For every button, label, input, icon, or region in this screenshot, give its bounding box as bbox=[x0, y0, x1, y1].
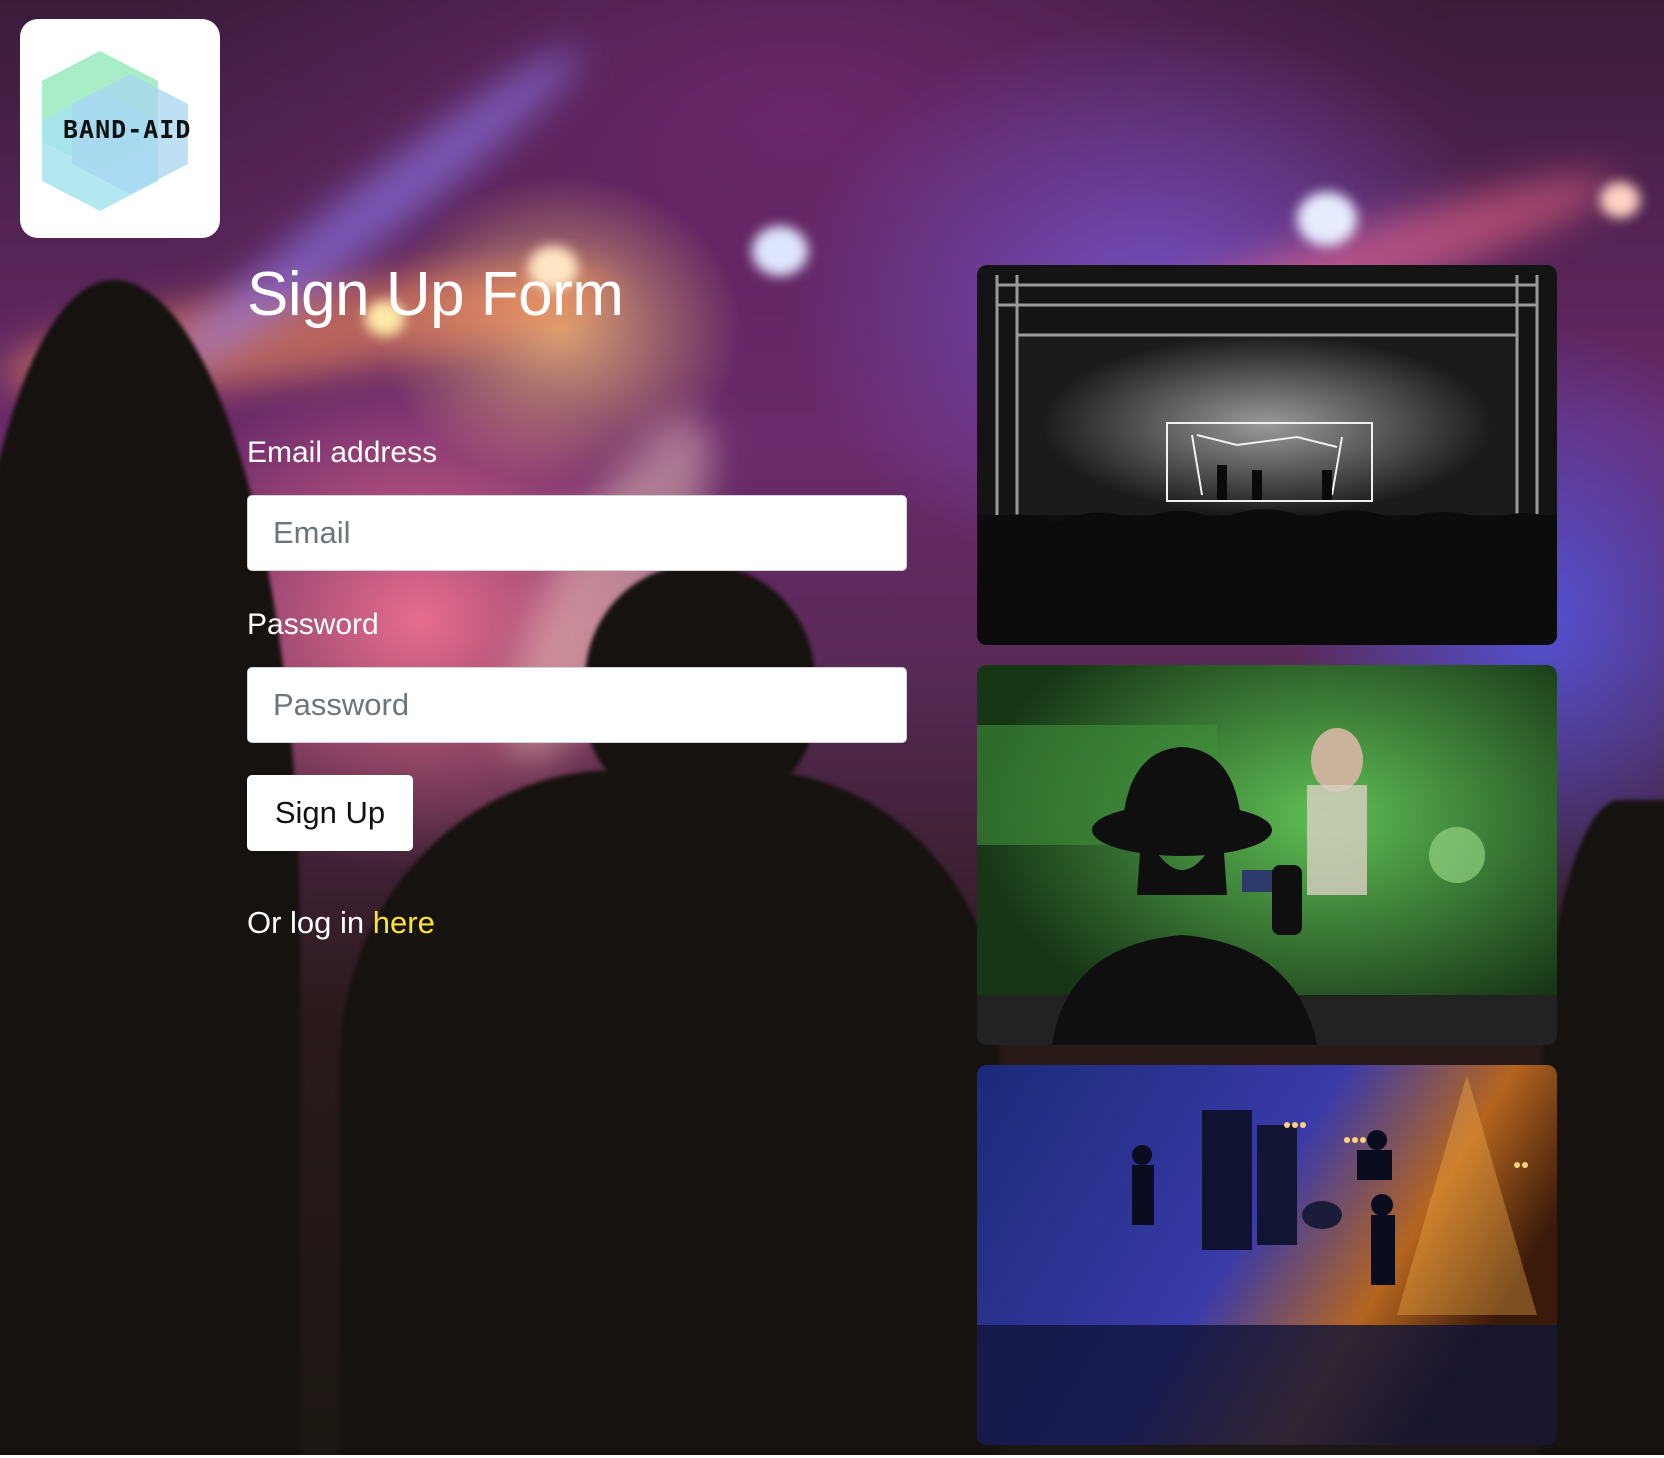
login-link[interactable]: here bbox=[373, 905, 435, 940]
logo-text: BAND-AID bbox=[63, 115, 192, 144]
crowd-silhouette bbox=[340, 770, 1000, 1455]
concert-photo-green bbox=[977, 665, 1557, 1045]
login-prefix: Or log in bbox=[247, 905, 365, 940]
sign-up-button[interactable]: Sign Up bbox=[247, 775, 413, 851]
email-input[interactable] bbox=[247, 495, 907, 571]
password-label: Password bbox=[247, 608, 379, 641]
concert-photo-blue bbox=[977, 1065, 1557, 1445]
email-label: Email address bbox=[247, 436, 438, 469]
login-prompt: Or log in here bbox=[247, 905, 435, 941]
password-input[interactable] bbox=[247, 667, 907, 743]
concert-photo-stage bbox=[977, 265, 1557, 645]
crowd-silhouette bbox=[1540, 800, 1664, 1455]
stage-light bbox=[1600, 182, 1640, 218]
stage-light bbox=[1297, 192, 1357, 246]
signup-form: Sign Up Form Email address Password Sign… bbox=[247, 250, 907, 940]
page-title: Sign Up Form bbox=[247, 260, 624, 329]
brand-logo[interactable]: BAND-AID bbox=[20, 19, 220, 238]
